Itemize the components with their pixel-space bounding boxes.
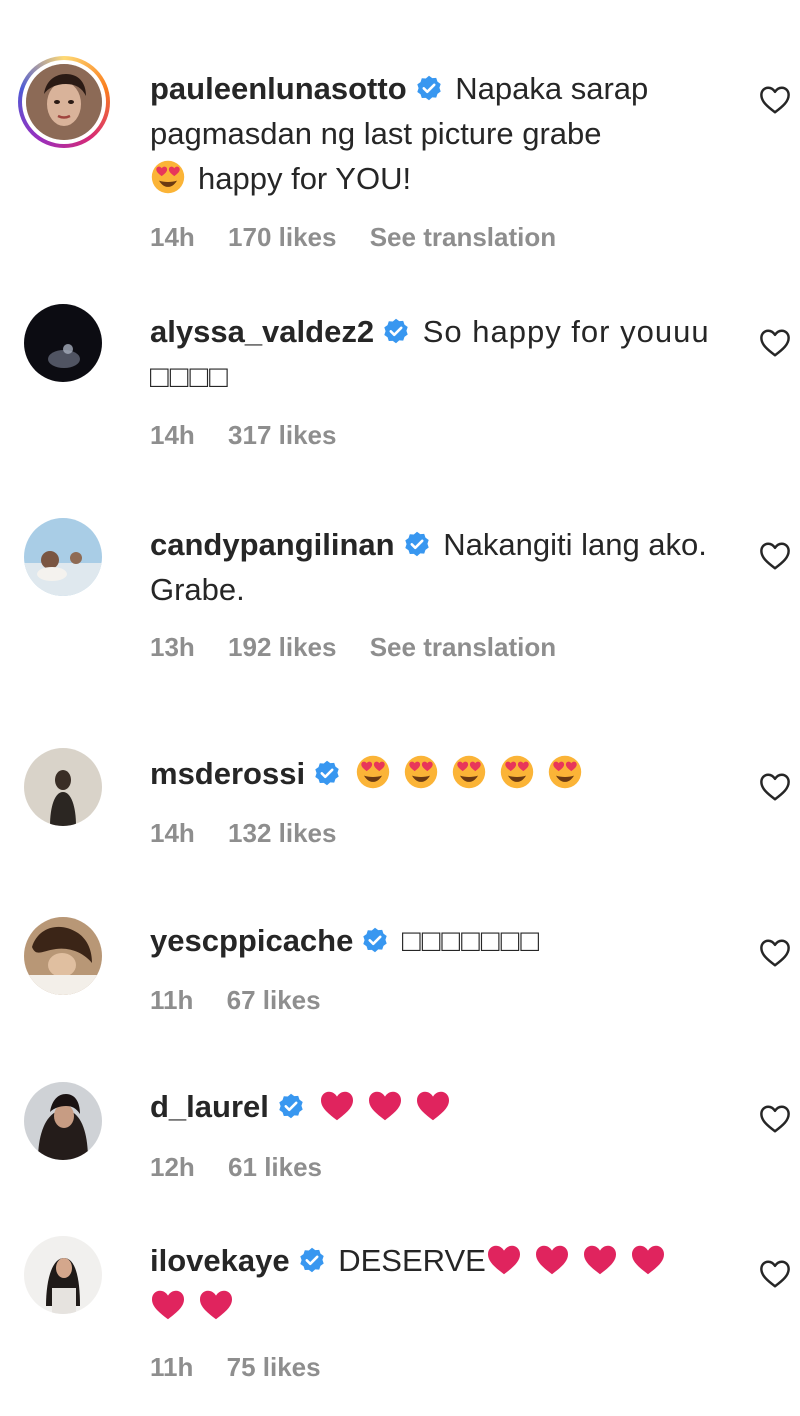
see-translation-link[interactable]: See translation [370, 632, 556, 662]
comment-meta: 14h 170 likes See translation [150, 222, 582, 253]
avatar[interactable] [24, 748, 102, 826]
avatar[interactable] [24, 1082, 102, 1160]
avatar[interactable] [24, 304, 102, 382]
comment-body: ilovekaye DESERVE [150, 1238, 720, 1328]
comment-username[interactable]: d_laurel [150, 1089, 269, 1124]
comment-username[interactable]: msderossi [150, 756, 305, 791]
heart-eyes-emoji [150, 159, 186, 195]
comment-body: yescppicache □□□□□□□ [150, 918, 720, 963]
red-heart-emoji [367, 1090, 403, 1122]
comment-time: 14h [150, 420, 195, 450]
comment-username[interactable]: alyssa_valdez2 [150, 314, 374, 349]
red-heart-emoji [319, 1090, 355, 1122]
comment-time: 11h [150, 985, 194, 1015]
comment-time: 14h [150, 818, 195, 848]
avatar-story-ring[interactable] [18, 56, 110, 148]
like-heart-icon[interactable] [758, 772, 792, 802]
comment-likes[interactable]: 67 likes [227, 985, 321, 1015]
avatar[interactable] [24, 1236, 102, 1314]
comment-text: DESERVE [338, 1243, 486, 1278]
comment-body: candypangilinan Nakangiti lang ako. Grab… [150, 522, 720, 612]
avatar [26, 64, 102, 140]
heart-eyes-emoji [547, 754, 583, 790]
heart-eyes-emoji [403, 754, 439, 790]
comment-time: 13h [150, 632, 195, 662]
red-heart-emoji [630, 1244, 666, 1276]
comment-time: 11h [150, 1352, 194, 1382]
comment-body: pauleenlunasotto Napaka sarap pagmasdan … [150, 66, 720, 201]
like-heart-icon[interactable] [758, 85, 792, 115]
red-heart-emoji [582, 1244, 618, 1276]
like-heart-icon[interactable] [758, 1259, 792, 1289]
verified-badge-icon [277, 1093, 305, 1121]
comment-body: msderossi [150, 751, 720, 796]
heart-eyes-emoji [355, 754, 391, 790]
red-heart-emoji [150, 1289, 186, 1321]
comment-likes[interactable]: 317 likes [228, 420, 336, 450]
comment-meta: 14h 132 likes [150, 818, 362, 849]
comment-likes[interactable]: 132 likes [228, 818, 336, 848]
comment-meta: 11h 75 likes [150, 1352, 347, 1383]
avatar[interactable] [24, 518, 102, 596]
comment-text-continued: happy for YOU! [198, 161, 412, 196]
comment-time: 14h [150, 222, 195, 252]
comment-time: 12h [150, 1152, 195, 1182]
like-heart-icon[interactable] [758, 541, 792, 571]
red-heart-emoji [534, 1244, 570, 1276]
comment-username[interactable]: pauleenlunasotto [150, 71, 407, 106]
avatar[interactable] [24, 917, 102, 995]
verified-badge-icon [298, 1247, 326, 1275]
comment-username[interactable]: yescppicache [150, 923, 353, 958]
red-heart-emoji [415, 1090, 451, 1122]
comment-body: alyssa_valdez2 So happy for youuu □□□□ [150, 309, 720, 399]
verified-badge-icon [313, 760, 341, 788]
comment-likes[interactable]: 75 likes [227, 1352, 321, 1382]
see-translation-link[interactable]: See translation [370, 222, 556, 252]
verified-badge-icon [403, 531, 431, 559]
comment-likes[interactable]: 192 likes [228, 632, 336, 662]
comment-username[interactable]: candypangilinan [150, 527, 395, 562]
like-heart-icon[interactable] [758, 938, 792, 968]
red-heart-emoji [486, 1244, 522, 1276]
comment-meta: 13h 192 likes See translation [150, 632, 582, 663]
comment-text: □□□□□□□ [401, 923, 541, 958]
comment-likes[interactable]: 61 likes [228, 1152, 322, 1182]
like-heart-icon[interactable] [758, 1104, 792, 1134]
verified-badge-icon [361, 927, 389, 955]
comment-meta: 12h 61 likes [150, 1152, 348, 1183]
like-heart-icon[interactable] [758, 328, 792, 358]
heart-eyes-emoji [499, 754, 535, 790]
verified-badge-icon [415, 75, 443, 103]
comment-body: d_laurel [150, 1084, 720, 1129]
red-heart-emoji [198, 1289, 234, 1321]
comment-meta: 14h 317 likes [150, 420, 362, 451]
comment-username[interactable]: ilovekaye [150, 1243, 290, 1278]
comment-likes[interactable]: 170 likes [228, 222, 336, 252]
heart-eyes-emoji [451, 754, 487, 790]
comment-meta: 11h 67 likes [150, 985, 347, 1016]
verified-badge-icon [382, 318, 410, 346]
